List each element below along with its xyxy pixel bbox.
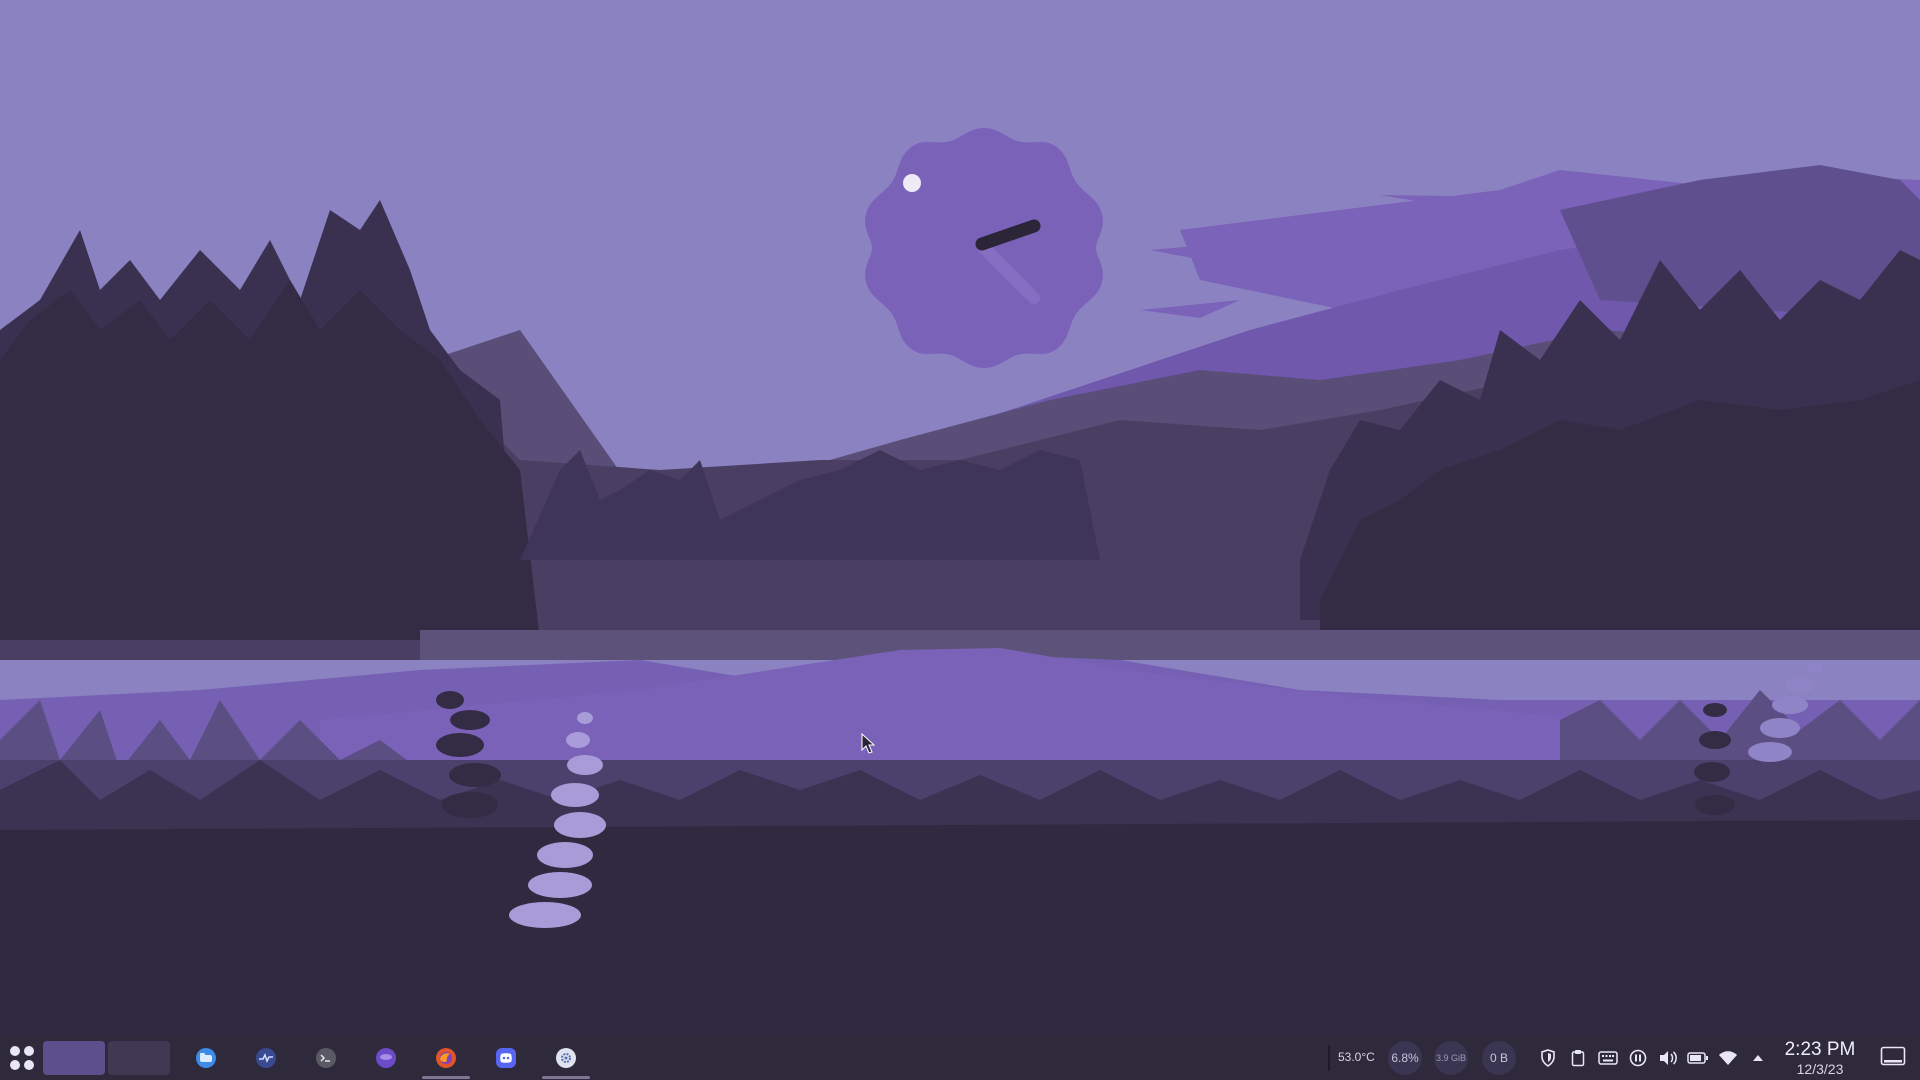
tray-keyboard[interactable]	[1596, 1035, 1620, 1080]
tray-media[interactable]	[1626, 1035, 1650, 1080]
clipboard-icon	[1571, 1049, 1585, 1066]
active-task-indicator	[542, 1076, 590, 1079]
media-pause-icon	[1629, 1049, 1647, 1066]
taskbar-clock-date[interactable]: 12/3/23	[1782, 1061, 1858, 1077]
task-discord[interactable]	[486, 1035, 526, 1080]
task-firefox[interactable]	[422, 1035, 470, 1080]
show-desktop-icon[interactable]	[1880, 1046, 1906, 1068]
cpu-temp-bar	[1328, 1045, 1330, 1071]
wifi-icon	[1719, 1050, 1737, 1065]
settings-icon	[556, 1047, 576, 1068]
network-usage-ring[interactable]: 0 B	[1482, 1041, 1516, 1075]
firefox-icon	[436, 1047, 456, 1068]
volume-icon	[1660, 1050, 1677, 1065]
cpu-temperature: 53.0°C	[1338, 1050, 1375, 1064]
mouse-cursor	[861, 733, 876, 754]
task-file-manager[interactable]	[186, 1035, 226, 1080]
expand-tray-icon	[1753, 1054, 1763, 1061]
tray-expand[interactable]	[1746, 1035, 1770, 1080]
memory-usage-ring[interactable]: 3.9 GiB	[1434, 1041, 1468, 1075]
battery-icon	[1687, 1051, 1708, 1064]
purple-app-icon	[376, 1047, 396, 1068]
memory-usage-value: 3.9 GiB	[1435, 1053, 1466, 1063]
analog-clock-widget[interactable]	[862, 126, 1106, 370]
cpu-usage-value: 6.8%	[1391, 1051, 1419, 1065]
virtual-desktop-2[interactable]	[108, 1041, 170, 1075]
file-manager-icon	[196, 1047, 216, 1068]
clock-second-dot	[903, 174, 921, 192]
tray-wifi[interactable]	[1716, 1035, 1740, 1080]
cpu-usage-ring[interactable]: 6.8%	[1388, 1041, 1422, 1075]
app-grid-icon	[10, 1045, 34, 1070]
taskbar-clock-time[interactable]: 2:23 PM	[1782, 1039, 1858, 1061]
network-usage-value: 0 B	[1489, 1051, 1508, 1065]
active-task-indicator	[422, 1076, 470, 1079]
tray-battery[interactable]	[1686, 1035, 1710, 1080]
keyboard-icon	[1598, 1050, 1618, 1065]
task-terminal[interactable]	[306, 1035, 346, 1080]
task-settings[interactable]	[542, 1035, 590, 1080]
shield-icon	[1541, 1048, 1555, 1067]
tray-volume[interactable]	[1656, 1035, 1680, 1080]
tray-clipboard[interactable]	[1566, 1035, 1590, 1080]
terminal-icon	[316, 1047, 336, 1068]
tray-shield[interactable]	[1536, 1035, 1560, 1080]
task-system-monitor[interactable]	[246, 1035, 286, 1080]
virtual-desktop-1[interactable]	[43, 1041, 105, 1075]
task-purple-app[interactable]	[366, 1035, 406, 1080]
app-launcher-button[interactable]	[2, 1035, 42, 1080]
discord-icon	[496, 1047, 516, 1068]
system-monitor-icon	[256, 1047, 276, 1068]
